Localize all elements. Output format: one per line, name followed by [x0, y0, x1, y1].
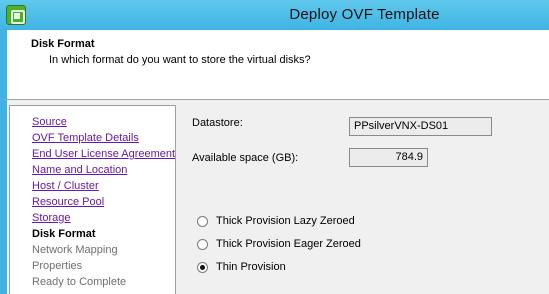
step-host-cluster[interactable]: Host / Cluster — [32, 178, 175, 194]
datastore-value: PPsilverVNX-DS01 — [349, 117, 492, 136]
accent-border — [0, 100, 7, 294]
radio-thin-provision[interactable] — [197, 261, 208, 273]
thin-provision-label: Thin Provision — [216, 261, 286, 273]
thick-eager-zeroed-option[interactable]: Thick Provision Eager Zeroed — [197, 236, 361, 252]
step-network-mapping: Network Mapping — [32, 244, 118, 256]
step-resource-pool[interactable]: Resource Pool — [32, 194, 175, 210]
thick-eager-zeroed-label: Thick Provision Eager Zeroed — [216, 238, 361, 250]
wizard-steps-panel: Source OVF Template Details End User Lic… — [9, 105, 176, 294]
step-storage[interactable]: Storage — [32, 210, 175, 226]
wizard-header: Disk Format In which format do you want … — [0, 30, 549, 100]
thin-provision-option[interactable]: Thin Provision — [197, 259, 286, 275]
step-title: Disk Format — [31, 38, 95, 50]
step-ovf-template-details[interactable]: OVF Template Details — [32, 130, 175, 146]
available-space-label: Available space (GB): — [192, 152, 299, 164]
radio-thick-eager-zeroed[interactable] — [197, 238, 208, 250]
title-bar: Deploy OVF Template — [0, 0, 549, 30]
step-end-user-license-agreement[interactable]: End User License Agreement — [32, 146, 175, 162]
thick-lazy-zeroed-option[interactable]: Thick Provision Lazy Zeroed — [197, 213, 355, 229]
available-space-value: 784.9 — [349, 148, 428, 167]
wizard-steps-list: Source OVF Template Details End User Lic… — [32, 114, 175, 290]
step-disk-format: Disk Format — [32, 228, 96, 240]
datastore-label: Datastore: — [192, 117, 243, 129]
disk-format-content: Datastore: PPsilverVNX-DS01 Available sp… — [177, 100, 549, 294]
step-properties: Properties — [32, 260, 83, 272]
window-title: Deploy OVF Template — [289, 6, 440, 23]
step-source[interactable]: Source — [32, 114, 175, 130]
thick-lazy-zeroed-label: Thick Provision Lazy Zeroed — [216, 215, 355, 227]
radio-thick-lazy-zeroed[interactable] — [197, 215, 208, 227]
step-description: In which format do you want to store the… — [49, 54, 311, 66]
step-ready-to-complete: Ready to Complete — [32, 276, 127, 288]
step-name-and-location[interactable]: Name and Location — [32, 162, 175, 178]
